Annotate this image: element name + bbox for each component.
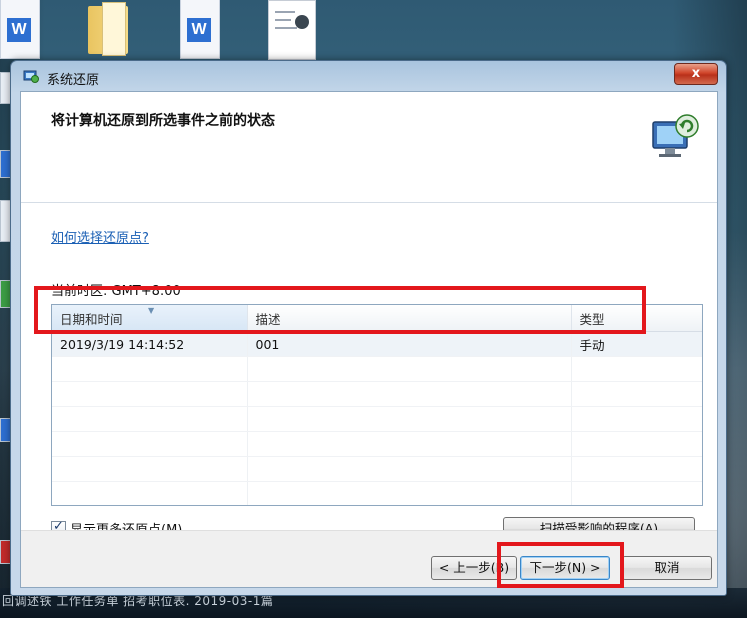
highlight-next-annotation xyxy=(497,542,624,588)
table-row[interactable]: 2019/3/19 14:14:52 001 手动 xyxy=(52,331,702,357)
header-band: 将计算机还原到所选事件之前的状态 xyxy=(21,92,717,203)
table-row-empty xyxy=(52,456,702,482)
table-row-empty xyxy=(52,381,702,407)
table-row-empty xyxy=(52,406,702,432)
cell-datetime: 2019/3/19 14:14:52 xyxy=(52,331,248,357)
page-title: 将计算机还原到所选事件之前的状态 xyxy=(51,113,275,129)
cancel-button[interactable]: 取消 xyxy=(622,556,712,580)
computer-restore-icon xyxy=(652,114,699,157)
restore-icon xyxy=(23,70,39,83)
close-icon: x xyxy=(691,66,701,81)
cell-type: 手动 xyxy=(571,331,702,357)
table-row-empty xyxy=(52,481,702,505)
title-bar[interactable]: 系统还原 x xyxy=(11,61,726,91)
cell-description: 001 xyxy=(247,331,572,357)
document-icon[interactable] xyxy=(268,0,316,60)
word-doc-icon[interactable]: W xyxy=(0,0,40,59)
table-row-empty xyxy=(52,431,702,457)
table-row-empty xyxy=(52,356,702,382)
window-title: 系统还原 xyxy=(47,73,100,88)
close-button[interactable]: x xyxy=(674,63,718,85)
help-link[interactable]: 如何选择还原点? xyxy=(51,227,149,246)
restore-points-list[interactable]: 日期和时间 ▼ 描述 类型 2019/3/19 14:14:52 001 手动 xyxy=(51,304,703,506)
highlight-row-annotation xyxy=(34,286,646,334)
window-client-area: 将计算机还原到所选事件之前的状态 如何选择还原点? 当前时区: GMT+8:00 xyxy=(20,91,718,588)
word-doc-icon[interactable]: W xyxy=(180,0,220,59)
folder-icon[interactable] xyxy=(84,0,134,58)
